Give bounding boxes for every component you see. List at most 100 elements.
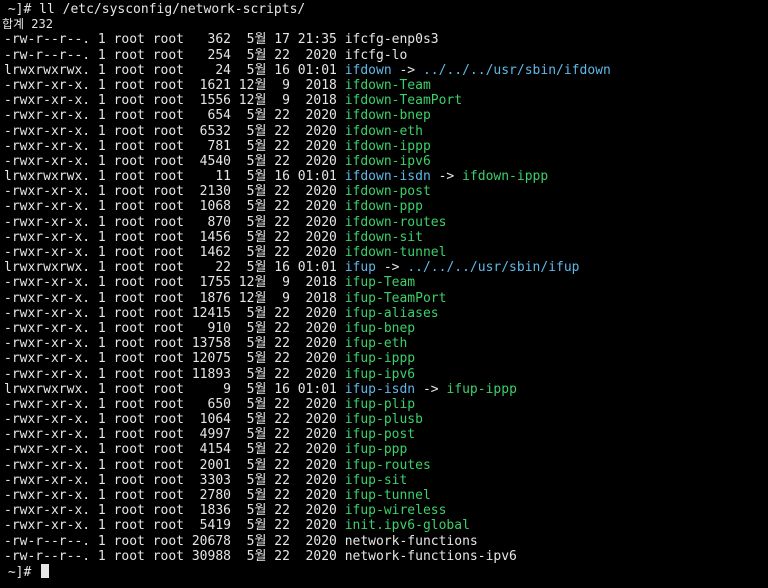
permissions: -rwxr-xr-x. (4, 275, 90, 290)
permissions: -rwxr-xr-x. (4, 458, 90, 473)
row-metadata: -rwxr-xr-x. 1 root root 654 5월 22 2020 (4, 108, 345, 123)
file-name: ifup-plip (345, 397, 415, 412)
file-details: 1 root root 11 5월 16 01:01 (90, 169, 345, 184)
row-metadata: -rwxr-xr-x. 1 root root 4540 5월 22 2020 (4, 154, 345, 169)
listing-row: -rwxr-xr-x. 1 root root 654 5월 22 2020 i… (0, 108, 768, 123)
file-details: 1 root root 30988 5월 22 2020 (90, 549, 345, 564)
file-name: ifdown (345, 63, 392, 78)
row-metadata: -rwxr-xr-x. 1 root root 13758 5월 22 2020 (4, 336, 345, 351)
permissions: lrwxrwxrwx. (4, 169, 90, 184)
permissions: -rwxr-xr-x. (4, 397, 90, 412)
file-details: 1 root root 12075 5월 22 2020 (90, 351, 345, 366)
row-metadata: lrwxrwxrwx. 1 root root 22 5월 16 01:01 (4, 260, 345, 275)
permissions: -rwxr-xr-x. (4, 78, 90, 93)
file-details: 1 root root 2001 5월 22 2020 (90, 458, 345, 473)
row-metadata: -rwxr-xr-x. 1 root root 1755 12월 9 2018 (4, 275, 345, 290)
row-metadata: -rwxr-xr-x. 1 root root 1556 12월 9 2018 (4, 93, 345, 108)
listing-row: -rw-r--r--. 1 root root 30988 5월 22 2020… (0, 549, 768, 564)
row-metadata: -rwxr-xr-x. 1 root root 11893 5월 22 2020 (4, 367, 345, 382)
listing-row: -rwxr-xr-x. 1 root root 13758 5월 22 2020… (0, 336, 768, 351)
prompt-text: ~]# (0, 565, 39, 580)
file-name: ifdown-isdn (345, 169, 431, 184)
permissions: -rwxr-xr-x. (4, 488, 90, 503)
prompt-line[interactable]: ~]# (0, 564, 768, 579)
file-name: ifup-post (345, 427, 415, 442)
row-metadata: -rw-r--r--. 1 root root 20678 5월 22 2020 (4, 534, 345, 549)
permissions: -rwxr-xr-x. (4, 442, 90, 457)
file-name: ifup-eth (345, 336, 408, 351)
file-name: ifup-plusb (345, 412, 423, 427)
file-details: 1 root root 12415 5월 22 2020 (90, 306, 345, 321)
file-details: 1 root root 1755 12월 9 2018 (90, 275, 345, 290)
permissions: -rw-r--r--. (4, 32, 90, 47)
row-metadata: -rwxr-xr-x. 1 root root 1456 5월 22 2020 (4, 230, 345, 245)
permissions: -rwxr-xr-x. (4, 367, 90, 382)
listing-row: -rwxr-xr-x. 1 root root 1064 5월 22 2020 … (0, 412, 768, 427)
row-metadata: lrwxrwxrwx. 1 root root 11 5월 16 01:01 (4, 169, 345, 184)
permissions: -rw-r--r--. (4, 549, 90, 564)
file-name: ifdown-ippp (345, 139, 431, 154)
listing-row: -rwxr-xr-x. 1 root root 870 5월 22 2020 i… (0, 215, 768, 230)
listing-row: -rwxr-xr-x. 1 root root 2001 5월 22 2020 … (0, 458, 768, 473)
row-metadata: -rwxr-xr-x. 1 root root 5419 5월 22 2020 (4, 518, 345, 533)
symlink-arrow: -> (376, 260, 407, 275)
row-metadata: -rwxr-xr-x. 1 root root 781 5월 22 2020 (4, 139, 345, 154)
command-line: ~]# ll /etc/sysconfig/network-scripts/ (0, 2, 768, 17)
row-metadata: -rwxr-xr-x. 1 root root 650 5월 22 2020 (4, 397, 345, 412)
row-metadata: -rwxr-xr-x. 1 root root 4154 5월 22 2020 (4, 442, 345, 457)
row-metadata: -rwxr-xr-x. 1 root root 870 5월 22 2020 (4, 215, 345, 230)
listing-row: -rwxr-xr-x. 1 root root 11893 5월 22 2020… (0, 367, 768, 382)
file-details: 1 root root 2130 5월 22 2020 (90, 184, 345, 199)
file-name: ifdown-ipv6 (345, 154, 431, 169)
listing-row: -rwxr-xr-x. 1 root root 650 5월 22 2020 i… (0, 397, 768, 412)
file-details: 1 root root 2780 5월 22 2020 (90, 488, 345, 503)
permissions: -rwxr-xr-x. (4, 215, 90, 230)
permissions: -rwxr-xr-x. (4, 124, 90, 139)
file-details: 1 root root 5419 5월 22 2020 (90, 518, 345, 533)
row-metadata: -rwxr-xr-x. 1 root root 2001 5월 22 2020 (4, 458, 345, 473)
file-details: 1 root root 24 5월 16 01:01 (90, 63, 345, 78)
permissions: -rwxr-xr-x. (4, 306, 90, 321)
file-name: ifup-ipv6 (345, 367, 415, 382)
listing-row: -rwxr-xr-x. 1 root root 910 5월 22 2020 i… (0, 321, 768, 336)
listing-row: -rwxr-xr-x. 1 root root 1068 5월 22 2020 … (0, 199, 768, 214)
permissions: -rwxr-xr-x. (4, 93, 90, 108)
file-name: ifup-ippp (345, 351, 415, 366)
file-name: ifup-Team (345, 275, 415, 290)
file-name: ifdown-tunnel (345, 245, 447, 260)
listing-row: lrwxrwxrwx. 1 root root 9 5월 16 01:01 if… (0, 382, 768, 397)
file-listing: -rw-r--r--. 1 root root 362 5월 17 21:35 … (0, 32, 768, 564)
permissions: -rwxr-xr-x. (4, 321, 90, 336)
row-metadata: -rwxr-xr-x. 1 root root 6532 5월 22 2020 (4, 124, 345, 139)
listing-row: lrwxrwxrwx. 1 root root 11 5월 16 01:01 i… (0, 169, 768, 184)
file-name: ifdown-ppp (345, 199, 423, 214)
file-name: ifdown-sit (345, 230, 423, 245)
listing-row: -rwxr-xr-x. 1 root root 4540 5월 22 2020 … (0, 154, 768, 169)
file-details: 1 root root 1621 12월 9 2018 (90, 78, 345, 93)
file-details: 1 root root 650 5월 22 2020 (90, 397, 345, 412)
file-details: 1 root root 1836 5월 22 2020 (90, 503, 345, 518)
file-name: ifup-ppp (345, 442, 408, 457)
row-metadata: -rwxr-xr-x. 1 root root 1621 12월 9 2018 (4, 78, 345, 93)
file-details: 1 root root 870 5월 22 2020 (90, 215, 345, 230)
file-name: init.ipv6-global (345, 518, 470, 533)
permissions: -rwxr-xr-x. (4, 412, 90, 427)
row-metadata: -rwxr-xr-x. 1 root root 4997 5월 22 2020 (4, 427, 345, 442)
permissions: -rwxr-xr-x. (4, 230, 90, 245)
file-details: 1 root root 254 5월 22 2020 (90, 48, 345, 63)
row-metadata: -rwxr-xr-x. 1 root root 1462 5월 22 2020 (4, 245, 345, 260)
listing-row: -rwxr-xr-x. 1 root root 1836 5월 22 2020 … (0, 503, 768, 518)
row-metadata: -rwxr-xr-x. 1 root root 1876 12월 9 2018 (4, 291, 345, 306)
file-details: 1 root root 13758 5월 22 2020 (90, 336, 345, 351)
listing-row: lrwxrwxrwx. 1 root root 24 5월 16 01:01 i… (0, 63, 768, 78)
listing-row: -rwxr-xr-x. 1 root root 1755 12월 9 2018 … (0, 275, 768, 290)
file-name: ifup (345, 260, 376, 275)
file-name: ifup-tunnel (345, 488, 431, 503)
symlink-arrow: -> (392, 63, 423, 78)
file-details: 1 root root 6532 5월 22 2020 (90, 124, 345, 139)
terminal-window[interactable]: ~]# ll /etc/sysconfig/network-scripts/ 합… (0, 0, 768, 588)
row-metadata: -rwxr-xr-x. 1 root root 2130 5월 22 2020 (4, 184, 345, 199)
symlink-arrow: -> (431, 169, 462, 184)
row-metadata: -rw-r--r--. 1 root root 362 5월 17 21:35 (4, 32, 345, 47)
permissions: -rw-r--r--. (4, 534, 90, 549)
